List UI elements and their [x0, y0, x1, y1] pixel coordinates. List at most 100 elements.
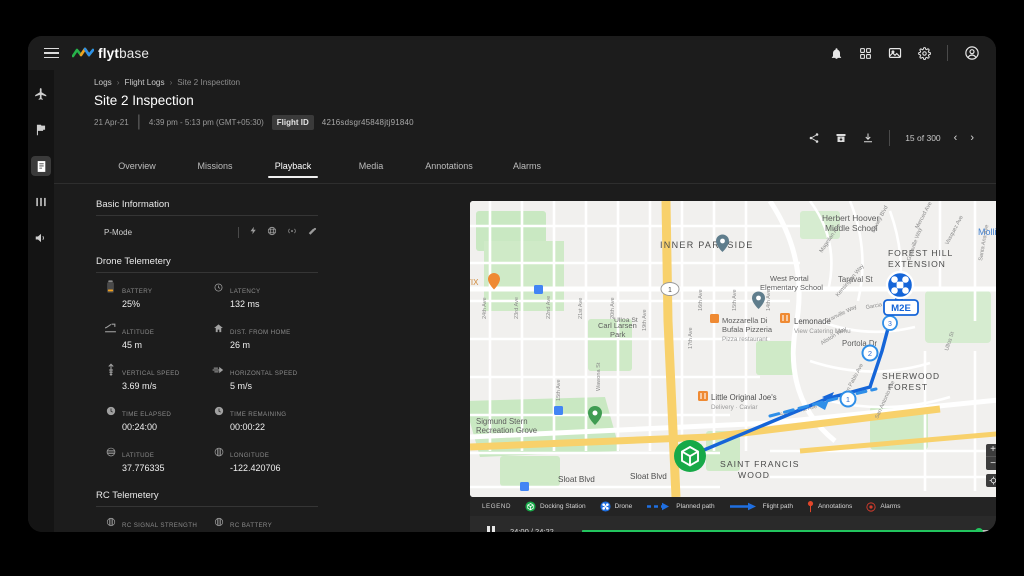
pagination-next-button[interactable]: ›	[970, 132, 974, 144]
user-avatar-icon[interactable]	[964, 45, 980, 61]
playback-scrubber-handle[interactable]	[975, 527, 984, 532]
longitude-icon	[212, 444, 225, 459]
tab-overview[interactable]: Overview	[98, 158, 176, 178]
metric-value: 3.69 m/s	[122, 381, 157, 391]
share-icon[interactable]	[808, 132, 820, 144]
battery-icon	[104, 280, 117, 295]
metric-label: RC SIGNAL STRENGTH	[122, 522, 198, 529]
svg-text:M2E: M2E	[891, 303, 911, 314]
drone-label: M2E	[883, 299, 919, 316]
svg-text:15th Ave: 15th Ave	[732, 289, 738, 311]
signal-icon	[286, 223, 298, 241]
tab-media[interactable]: Media	[332, 158, 410, 178]
page-title: Site 2 Inspection	[94, 93, 194, 108]
alarm-circle-icon	[866, 501, 876, 512]
menu-icon[interactable]	[34, 47, 68, 59]
route-shield-1: 1	[660, 282, 680, 296]
tab-playback[interactable]: Playback	[254, 158, 332, 178]
metric-rc-signal-strength: RC SIGNAL STRENGTHGood	[104, 514, 212, 532]
svg-text:INNER PARKSIDE: INNER PARKSIDE	[660, 240, 754, 250]
breadcrumb-flight-logs[interactable]: Flight Logs	[125, 78, 165, 87]
svg-text:Pizza restaurant: Pizza restaurant	[722, 336, 768, 343]
sidebar-item-missions[interactable]	[31, 120, 51, 140]
metric-value: -122.420706	[230, 463, 281, 473]
recenter-icon	[989, 476, 996, 485]
legend-label: Planned path	[676, 503, 715, 510]
metric-battery: BATTERY 25%	[104, 280, 212, 310]
drone-telemetry-heading: Drone Telemetery	[96, 256, 171, 267]
breadcrumb-logs[interactable]: Logs	[94, 78, 112, 87]
map-zoom-out-button[interactable]: −	[986, 457, 996, 470]
section-divider	[96, 215, 318, 216]
media-gallery-icon[interactable]	[888, 46, 902, 60]
legend-item-drone: Drone	[600, 501, 632, 512]
map-recenter-button[interactable]	[986, 474, 996, 487]
power-bolt-icon	[249, 223, 258, 241]
pagination: 15 of 300 ‹ ›	[905, 132, 974, 144]
svg-text:14th Ave: 14th Ave	[766, 289, 772, 311]
poi-restaurant-2	[698, 391, 708, 401]
svg-text:WOOD: WOOD	[738, 470, 770, 480]
metric-value: 00:00:22	[230, 422, 266, 432]
settings-gear-icon[interactable]	[918, 46, 931, 60]
map-zoom-in-button[interactable]: +	[986, 444, 996, 457]
latitude-icon	[104, 444, 117, 459]
svg-text:20th Ave: 20th Ave	[610, 297, 616, 319]
logo-mark	[72, 47, 94, 57]
pause-button[interactable]	[482, 523, 500, 532]
altitude-icon	[104, 321, 117, 336]
map-legend: LEGEND Docking Station Drone Planned pat…	[470, 497, 996, 516]
tab-missions[interactable]: Missions	[176, 158, 254, 178]
flight-date: 21 Apr-21	[94, 117, 129, 127]
svg-text:Recreation Grove: Recreation Grove	[476, 426, 537, 435]
playback-scrubber[interactable]	[582, 527, 996, 532]
metric-time-remaining: TIME REMAINING 00:00:22	[212, 403, 326, 433]
sidebar-item-drone[interactable]	[31, 84, 51, 104]
metric-value: 45 m	[122, 340, 143, 350]
breadcrumb-separator: ›	[116, 78, 120, 87]
notifications-bell-icon[interactable]	[830, 47, 843, 60]
legend-item-alarms: Alarms	[866, 501, 901, 512]
rc-signal-icon	[212, 514, 225, 529]
waypoint-marker-3: 3	[882, 315, 898, 331]
playback-time: 24:00 / 24:22	[510, 527, 554, 532]
apps-grid-icon[interactable]	[859, 47, 872, 60]
sidebar-item-logs[interactable]	[31, 156, 51, 176]
svg-text:2: 2	[868, 349, 872, 358]
flytbase-logo[interactable]: flytbase	[72, 46, 149, 61]
tab-annotations[interactable]: Annotations	[410, 158, 488, 178]
archive-icon[interactable]	[835, 132, 847, 144]
legend-item-flight-path: Flight path	[729, 502, 793, 511]
metric-value: 26 m	[230, 340, 251, 350]
waypoint-marker-1: 1	[839, 390, 857, 408]
pagination-prev-button[interactable]: ‹	[954, 132, 958, 144]
svg-text:SHERWOOD: SHERWOOD	[882, 371, 940, 381]
svg-text:SAINT FRANCIS: SAINT FRANCIS	[720, 459, 800, 469]
legend-label: Flight path	[762, 503, 793, 510]
sliders-icon	[36, 197, 46, 207]
metric-value: 25%	[122, 299, 141, 309]
metric-label: HORIZONTAL SPEED	[230, 370, 298, 377]
metric-altitude: ALTITUDE 45 m	[104, 321, 212, 351]
vertical-speed-icon	[104, 362, 117, 377]
sidebar-item-analytics[interactable]	[31, 192, 51, 212]
svg-text:Bufala Pizzeria: Bufala Pizzeria	[722, 325, 773, 334]
svg-text:19th Ave: 19th Ave	[642, 309, 648, 331]
poi-transit-1	[534, 285, 543, 294]
telemetry-panel: Basic Information P-Mode Drone Telemeter…	[96, 199, 318, 532]
svg-text:16th Ave: 16th Ave	[698, 289, 704, 311]
poi-restaurant-1	[780, 313, 790, 323]
download-icon[interactable]	[862, 132, 874, 144]
camera-icon	[307, 223, 318, 241]
tab-alarms[interactable]: Alarms	[488, 158, 566, 178]
pagination-count: 15 of 300	[905, 133, 941, 143]
poi-transit-3	[520, 482, 529, 491]
svg-text:Ulloa St: Ulloa St	[614, 317, 638, 324]
flag-icon	[36, 124, 46, 136]
breadcrumb-current: Site 2 Inspectiton	[177, 78, 241, 87]
flight-map[interactable]: 1 Herbert Hoover Middle School INNER PAR…	[470, 201, 996, 497]
sidebar-item-alerts[interactable]	[31, 228, 51, 248]
metric-time-elapsed: TIME ELAPSED 00:24:00	[104, 403, 212, 433]
section-divider	[96, 272, 318, 273]
flight-mode-value: P-Mode	[104, 227, 133, 237]
